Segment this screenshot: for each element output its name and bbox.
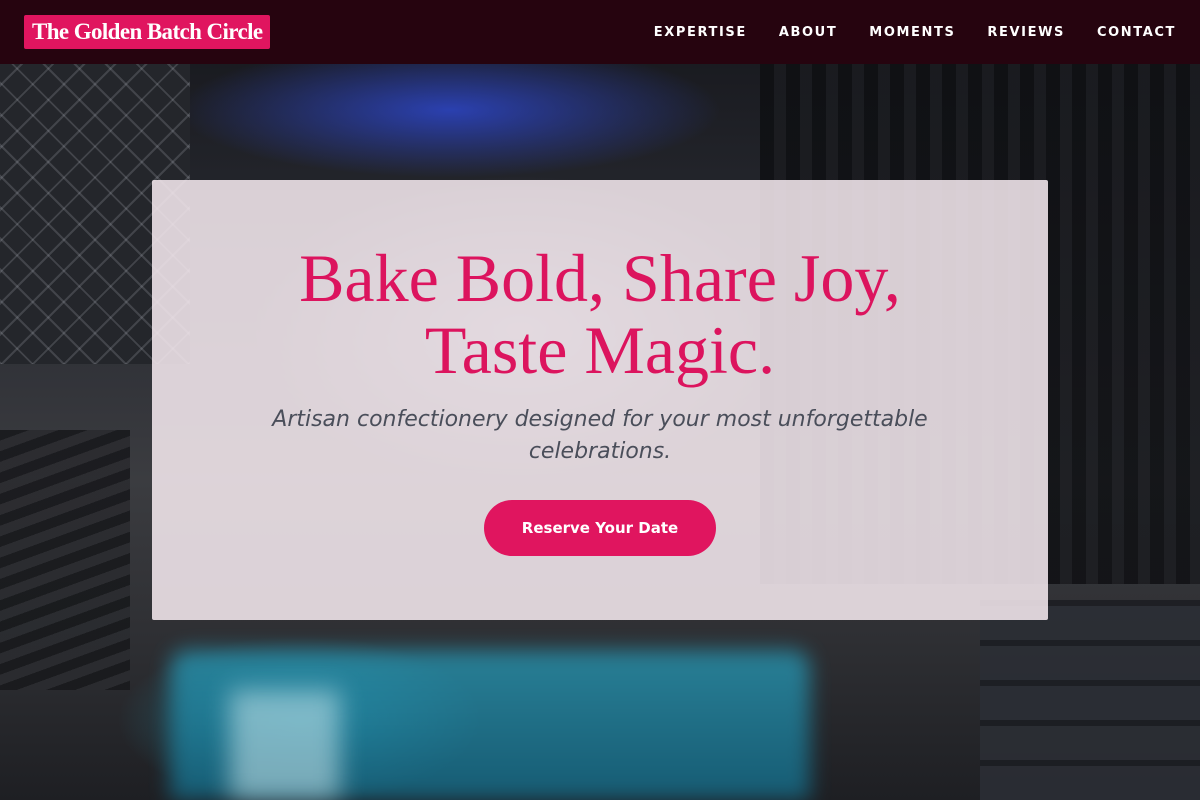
hero-title-line-2: Taste Magic.	[424, 312, 776, 388]
nav-link-contact[interactable]: CONTACT	[1097, 25, 1176, 40]
reserve-date-button[interactable]: Reserve Your Date	[484, 500, 716, 556]
hero-subtitle-line-1: Artisan confectionery designed for your …	[272, 407, 928, 432]
hero-subtitle-line-2: celebrations.	[528, 439, 672, 464]
nav-item-expertise: EXPERTISE	[622, 23, 747, 41]
nav-item-moments: MOMENTS	[837, 23, 955, 41]
nav-item-reviews: REVIEWS	[955, 23, 1065, 41]
background-blurred-sign-letter	[230, 690, 340, 800]
main-nav: EXPERTISE ABOUT MOMENTS REVIEWS CONTACT	[622, 23, 1176, 41]
hero-subtitle: Artisan confectionery designed for your …	[232, 404, 968, 468]
nav-link-expertise[interactable]: EXPERTISE	[654, 25, 747, 40]
hero-title-line-1: Bake Bold, Share Joy,	[299, 240, 901, 316]
hero-card: Bake Bold, Share Joy, Taste Magic. Artis…	[152, 180, 1048, 620]
nav-item-contact: CONTACT	[1065, 23, 1176, 41]
nav-link-about[interactable]: ABOUT	[779, 25, 837, 40]
background-equipment-cases	[980, 600, 1200, 800]
hero-title: Bake Bold, Share Joy, Taste Magic.	[152, 242, 1048, 386]
nav-link-moments[interactable]: MOMENTS	[869, 25, 955, 40]
background-floor	[0, 430, 130, 690]
nav-link-reviews[interactable]: REVIEWS	[987, 25, 1065, 40]
nav-item-about: ABOUT	[747, 23, 837, 41]
brand-logo[interactable]: The Golden Batch Circle	[24, 15, 271, 49]
site-header: The Golden Batch Circle EXPERTISE ABOUT …	[0, 0, 1200, 64]
nav-list: EXPERTISE ABOUT MOMENTS REVIEWS CONTACT	[622, 23, 1176, 41]
